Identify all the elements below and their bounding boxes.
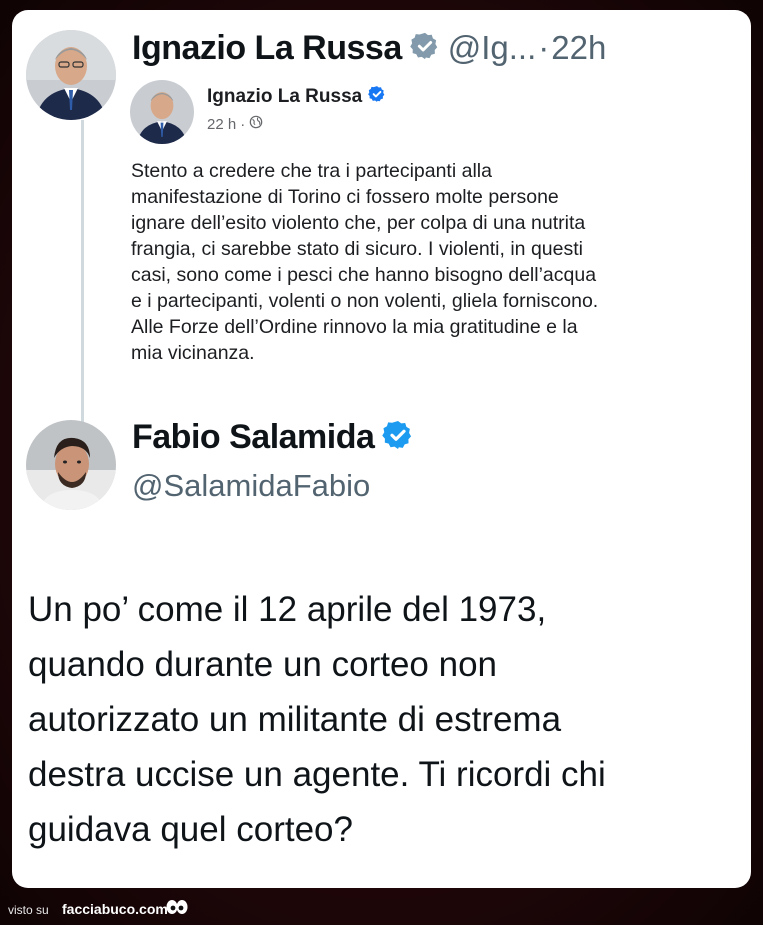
reply-header: Fabio Salamida	[132, 418, 414, 457]
embedded-text-line: e i partecipanti, volenti o non volenti,…	[131, 290, 599, 312]
reply-text-line: autorizzato un militante di estrema	[28, 700, 562, 739]
portrait-avatar-icon	[26, 420, 116, 510]
embedded-text-line: manifestazione di Torino ci fossero molt…	[131, 186, 559, 208]
reply-author-name[interactable]: Fabio Salamida	[132, 418, 375, 457]
embedded-text-line: Alle Forze dell’Ordine rinnovo la mia gr…	[131, 316, 578, 338]
watermark-footer: visto su facciabuco.com	[0, 895, 763, 925]
embedded-text-line: mia vicinanza.	[131, 342, 255, 364]
reply-text-line: quando durante un corteo non	[28, 645, 497, 684]
visto-label: visto su	[8, 903, 49, 917]
thread-connector-line	[81, 120, 84, 422]
verified-badge-icon	[409, 31, 440, 66]
embedded-dot: ·	[240, 115, 246, 133]
reply-text-line: Un po’ come il 12 aprile del 1973,	[28, 590, 547, 629]
portrait-avatar-icon	[130, 80, 194, 144]
embedded-time[interactable]: 22 h	[207, 116, 236, 133]
post-time[interactable]: 22h	[551, 29, 606, 67]
author-name[interactable]: Ignazio La Russa	[132, 29, 402, 68]
eyes-logo-icon	[165, 898, 189, 923]
embedded-text-line: frangia, ci sarebbe stato di sicuro. I v…	[131, 238, 583, 260]
embedded-avatar-ignazio[interactable]	[130, 80, 194, 144]
embedded-meta: 22 h ·	[207, 115, 263, 133]
reply-text-line: destra uccise un agente. Ti ricordi chi	[28, 755, 606, 794]
author-handle[interactable]: @Ig...	[448, 29, 537, 67]
embedded-author-name[interactable]: Ignazio La Russa	[207, 86, 362, 108]
reply-text: Un po’ come il 12 aprile del 1973, quand…	[28, 582, 743, 857]
embedded-text-line: casi, sono come i pesci che hanno bisogn…	[131, 264, 597, 286]
globe-icon	[249, 115, 263, 133]
brand-name[interactable]: facciabuco.com	[62, 901, 168, 917]
meta-separator: ·	[538, 29, 550, 66]
embedded-header: Ignazio La Russa	[207, 85, 386, 108]
quote-header: Ignazio La Russa @Ig... · 22h	[132, 26, 606, 70]
portrait-avatar-icon	[26, 30, 116, 120]
reply-author-handle[interactable]: @SalamidaFabio	[132, 468, 370, 504]
verified-badge-icon	[368, 85, 386, 108]
screenshot-card: Ignazio La Russa @Ig... · 22h Ignazio La…	[12, 10, 751, 888]
verified-badge-icon	[382, 419, 414, 456]
embedded-text-line: ignare dell’esito violento che, per colp…	[131, 212, 586, 234]
reply-text-line: guidava quel corteo?	[28, 810, 353, 849]
avatar-fabio[interactable]	[26, 420, 116, 510]
avatar-ignazio[interactable]	[26, 30, 116, 120]
embedded-text-line: Stento a credere che tra i partecipanti …	[131, 160, 492, 182]
embedded-post-text: Stento a credere che tra i partecipanti …	[131, 158, 731, 366]
